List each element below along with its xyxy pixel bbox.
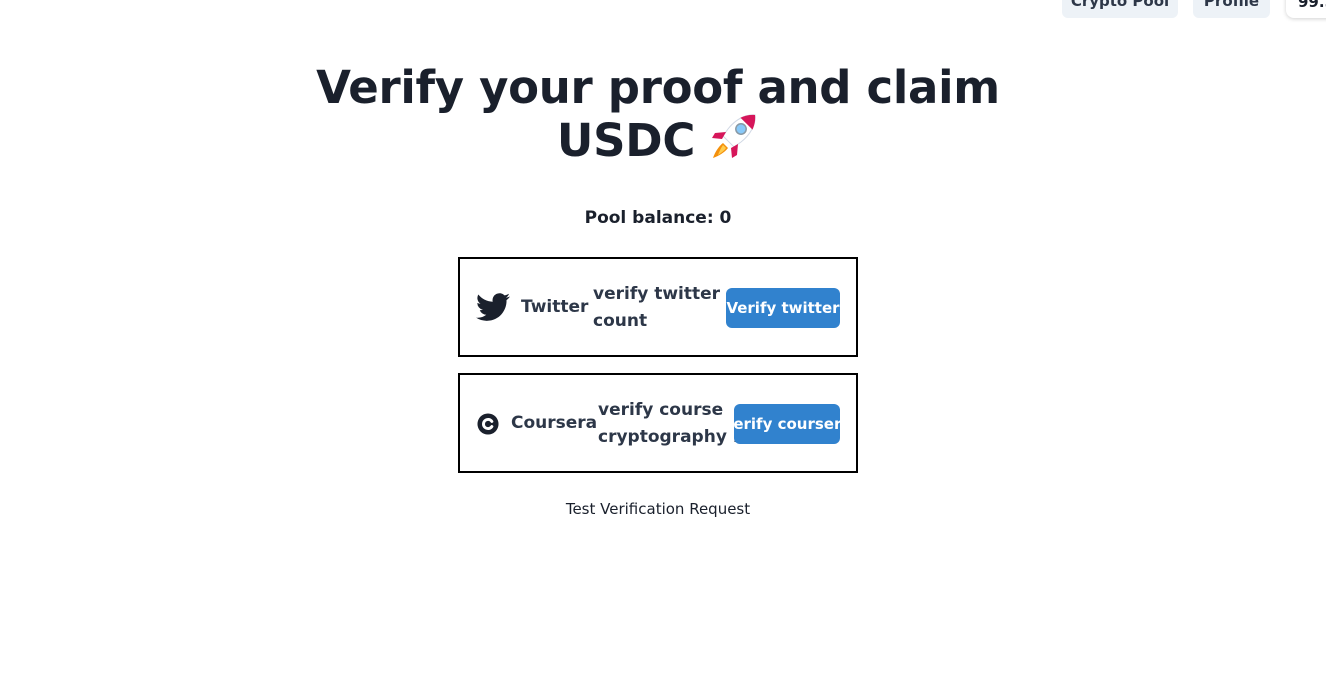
twitter-card-description: verify twitter count: [593, 281, 720, 335]
wallet-balance-chip[interactable]: 99.5: [1286, 0, 1326, 18]
test-verification-request-link[interactable]: Test Verification Request: [458, 500, 858, 518]
page-title: Verify your proof and claim USDC: [308, 64, 1008, 171]
nav-profile-button[interactable]: Profile: [1193, 0, 1270, 18]
twitter-desc-line2: count: [593, 311, 648, 331]
page-title-line1: Verify your proof and claim: [316, 61, 1000, 114]
coursera-desc-line1: verify course: [598, 400, 724, 420]
page-title-line2: USDC: [556, 114, 696, 167]
coursera-verify-card: Coursera verify course cryptography I Ve…: [458, 373, 858, 473]
pool-balance: Pool balance: 0: [584, 208, 732, 228]
verify-coursera-button[interactable]: Verify coursera: [734, 404, 840, 444]
coursera-card-description: verify course cryptography I: [598, 397, 739, 451]
twitter-icon: [476, 290, 510, 328]
twitter-verify-card: Twitter verify twitter count Verify twit…: [458, 257, 858, 357]
coursera-desc-line2: cryptography I: [598, 427, 740, 447]
top-navigation: Crypto Pool Profile 99.5: [0, 0, 1326, 18]
coursera-icon: [477, 413, 499, 439]
rocket-icon: [709, 112, 759, 171]
nav-crypto-pool-button[interactable]: Crypto Pool: [1062, 0, 1178, 18]
coursera-card-title: Coursera: [511, 413, 598, 433]
twitter-desc-line1: verify twitter: [593, 284, 721, 304]
twitter-card-title: Twitter: [521, 297, 589, 317]
verify-twitter-button[interactable]: Verify twitter: [726, 288, 840, 328]
